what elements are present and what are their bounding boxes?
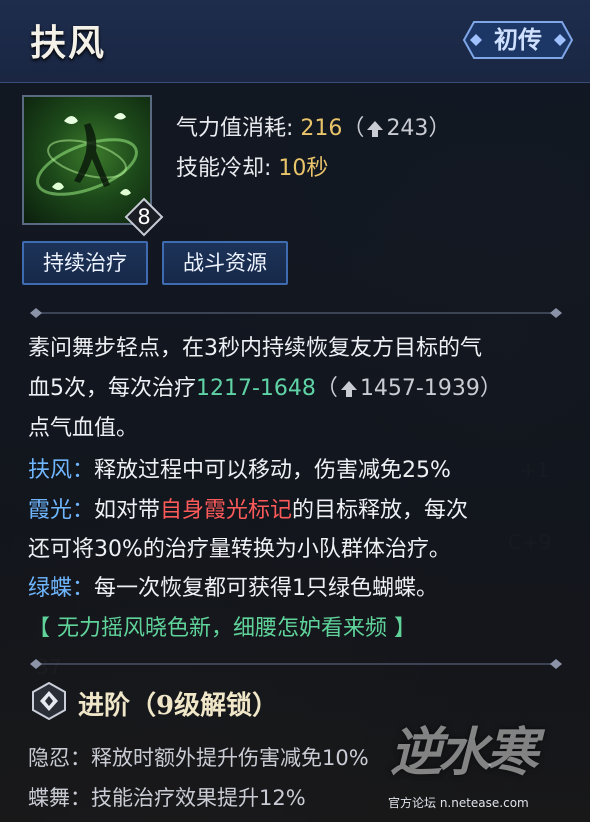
advancement-icon — [32, 682, 66, 720]
effect-label: 绿蝶： — [28, 576, 95, 601]
advancement-text: 技能治疗效果提升12% — [91, 786, 306, 810]
tooltip-header: 扶风 初传 — [0, 0, 590, 83]
section-divider — [30, 659, 562, 669]
advancement-text: 释放时额外提升伤害减免10% — [91, 746, 369, 770]
effect-lvdie: 绿蝶：每一次恢复都可获得1只绿色蝴蝶。 — [28, 570, 438, 602]
effect-text: 的目标释放，每次 — [292, 498, 469, 523]
cost-label: 气力值消耗: — [176, 116, 294, 141]
advancement-title: 进阶（9级解锁） — [78, 691, 279, 721]
skill-title: 扶风 — [30, 22, 107, 64]
heal-open-paren: （ — [315, 376, 338, 401]
effect-xiaguang-cont: 还可将30%的治疗量转换为小队群体治疗。 — [28, 537, 451, 562]
tag-continuous-heal[interactable]: 持续治疗 — [22, 241, 148, 285]
effect-xiaguang: 霞光：如对带自身霞光标记的目标释放，每次 — [28, 492, 468, 524]
cooldown-value: 10秒 — [278, 156, 329, 181]
description-text: 血5次，每次治疗 — [28, 376, 196, 401]
effect-label: 霞光： — [28, 498, 95, 523]
advancement-item: 隐忍：释放时额外提升伤害减免10% — [28, 742, 369, 772]
heal-range: 1217-1648 — [196, 376, 316, 401]
section-divider — [30, 308, 562, 318]
tag-combat-resource[interactable]: 战斗资源 — [162, 241, 288, 285]
skill-poem: 【 无力摇风晓色新，细腰怎妒看来频 】 — [28, 616, 416, 641]
cooldown-row: 技能冷却: 10秒 — [176, 150, 328, 182]
effect-fufeng: 扶风：释放过程中可以移动，伤害减免25% — [28, 452, 451, 484]
heal-upgrade-range: 1457-1939 — [359, 376, 480, 401]
advancement-item: 蝶舞：技能治疗效果提升12% — [28, 782, 306, 812]
forum-watermark: 官方论坛 n.netease.com — [388, 796, 529, 810]
game-logo-watermark: 逆水寒 — [390, 722, 538, 783]
cost-row: 气力值消耗: 216（ 243） — [176, 110, 450, 142]
cost-upgrade-value: 243 — [386, 116, 429, 141]
description-line: 点气血值。 — [28, 416, 139, 441]
cost-value: 216 — [300, 116, 343, 141]
advancement-name: 蝶舞： — [28, 786, 91, 810]
advancement-name: 隐忍： — [28, 746, 91, 770]
description-line: 血5次，每次治疗1217-1648（ 1457-1939） — [28, 370, 502, 402]
cooldown-label: 技能冷却: — [176, 156, 272, 181]
skill-tooltip: 扶风 初传 8 气力值消耗: 216（ 243） 技能冷却: 10秒 持续治疗 战 — [0, 0, 590, 822]
xiaguang-mark-keyword: 自身霞光标记 — [160, 498, 293, 523]
description-line: 素问舞步轻点，在3秒内持续恢复友方目标的气 — [28, 336, 482, 361]
effect-text: 释放过程中可以移动，伤害减免25% — [94, 458, 451, 483]
effect-text: 如对带 — [94, 498, 161, 523]
effect-text: 每一次恢复都可获得1只绿色蝴蝶。 — [94, 576, 439, 601]
effect-label: 扶风： — [28, 458, 95, 483]
upgrade-arrow-icon — [367, 121, 384, 137]
heal-close-paren: ） — [479, 376, 502, 401]
cost-close-paren: ） — [428, 116, 451, 141]
rank-badge: 初传 — [494, 25, 542, 54]
skill-level: 8 — [137, 205, 151, 229]
upgrade-arrow-icon — [340, 381, 357, 397]
cost-open-paren: （ — [342, 116, 365, 141]
